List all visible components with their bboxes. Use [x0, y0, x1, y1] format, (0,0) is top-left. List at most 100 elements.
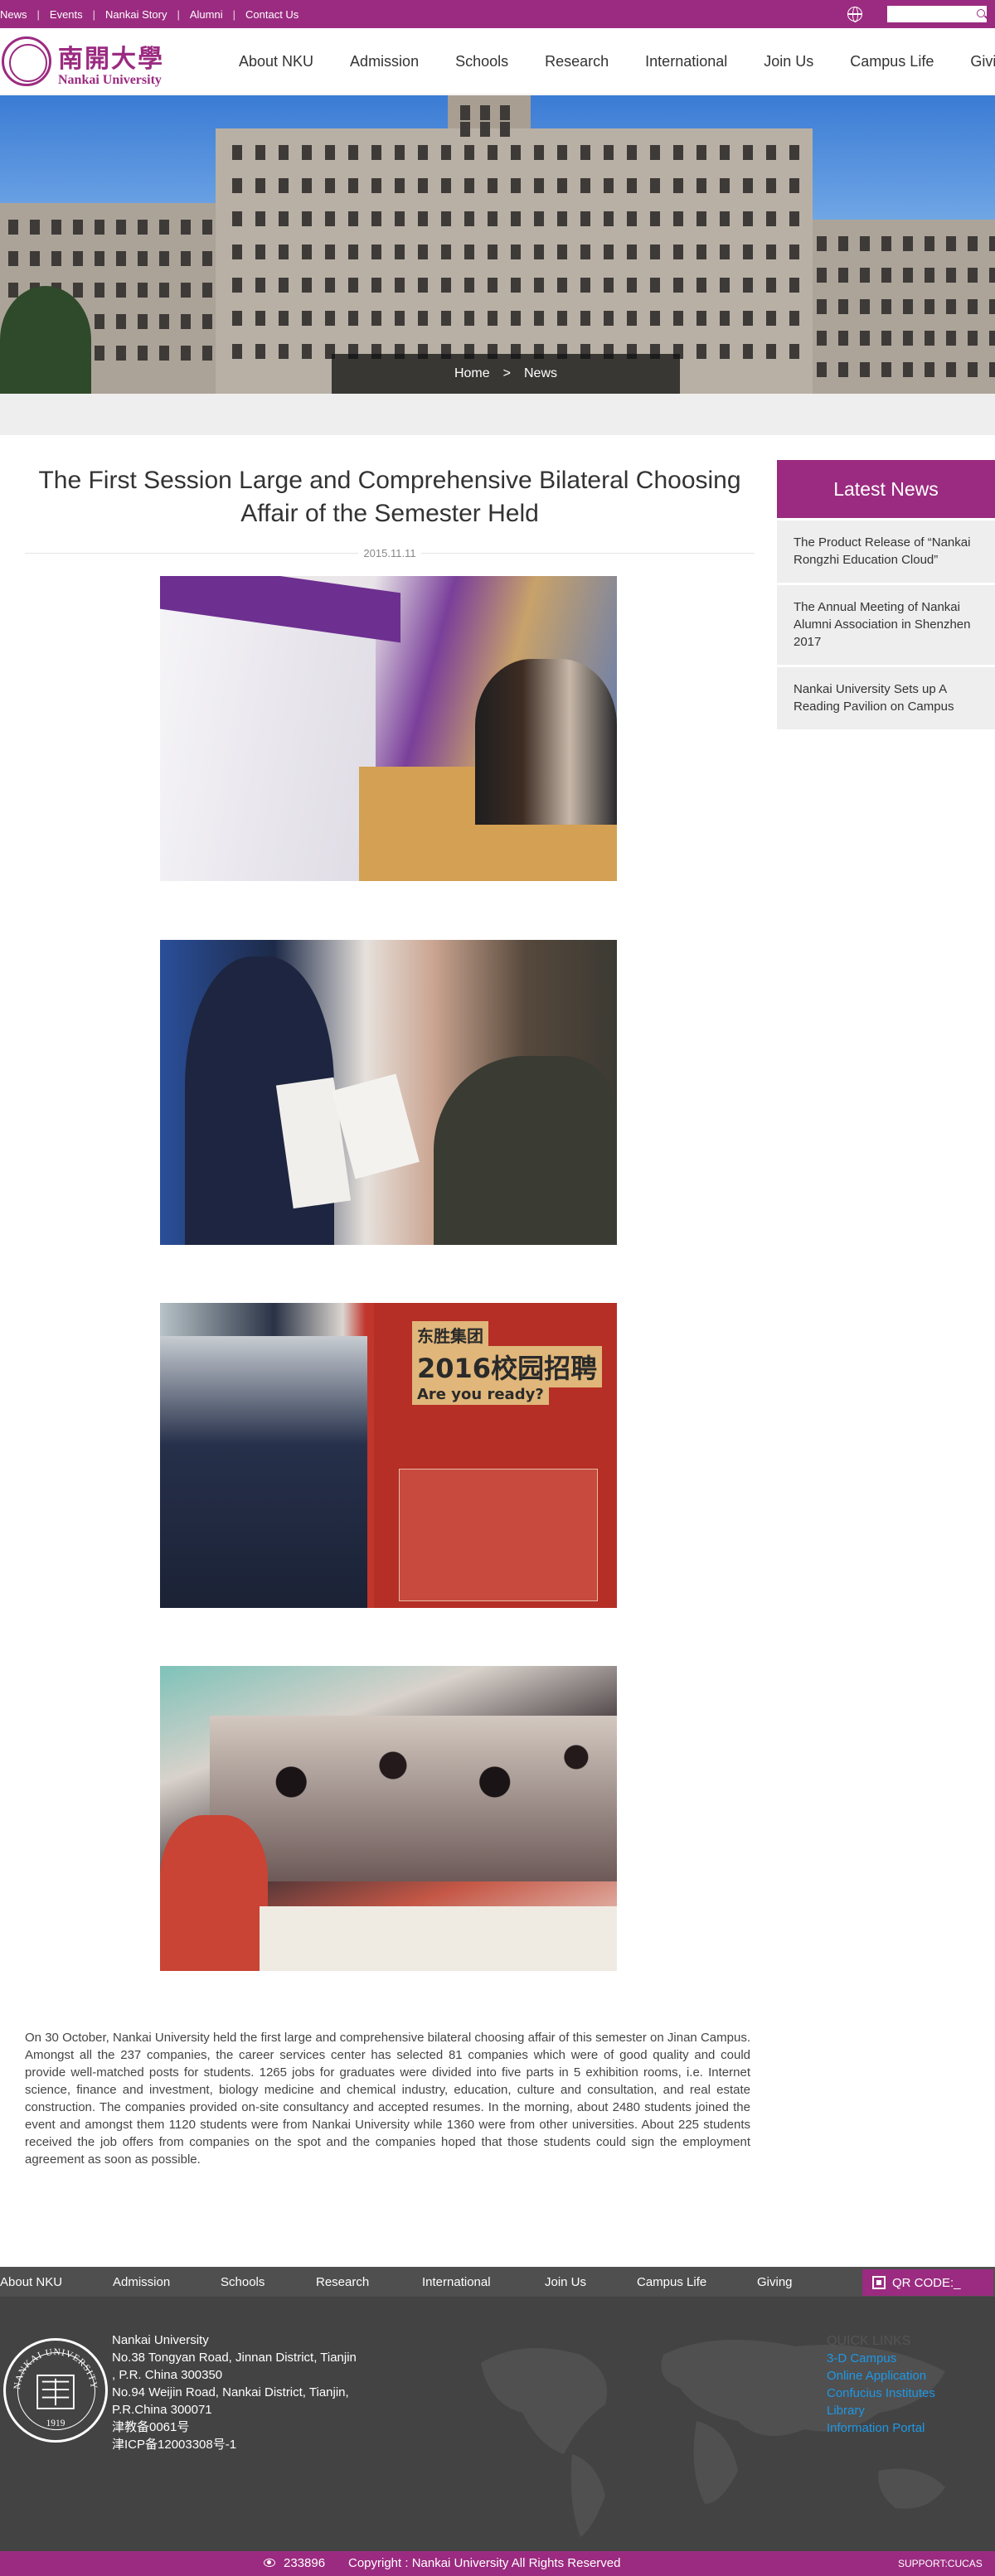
sub-banner-band [0, 394, 995, 435]
copyright-bar: 233896 Copyright : Nankai University All… [0, 2551, 995, 2576]
building-window [95, 251, 104, 266]
address-line[interactable]: 津ICP备12003308号-1 [112, 2436, 357, 2453]
quick-link[interactable]: Library [827, 2402, 935, 2419]
quick-link[interactable]: 3-D Campus [827, 2350, 935, 2367]
top-link-separator: | [177, 7, 180, 21]
globe-icon[interactable] [847, 7, 862, 22]
top-link-contact-us[interactable]: Contact Us [235, 8, 308, 21]
nav-item-admission[interactable]: Admission [350, 53, 419, 70]
building-window [30, 220, 40, 235]
nav-item-campus-life[interactable]: Campus Life [850, 53, 934, 70]
top-link-nankai-story[interactable]: Nankai Story [95, 8, 177, 21]
search-input[interactable] [887, 6, 987, 22]
building-window [557, 145, 567, 160]
building-window [116, 346, 126, 361]
article-photo-1 [160, 576, 617, 881]
building-window [557, 278, 567, 293]
building-window [925, 331, 934, 346]
qr-code-button[interactable]: QR CODE:_ [862, 2269, 993, 2296]
building-window [255, 145, 265, 160]
building-window [673, 178, 683, 193]
quick-link[interactable]: Online Application [827, 2367, 935, 2385]
building-window [838, 268, 848, 283]
building-window [789, 278, 799, 293]
building-window [743, 278, 753, 293]
building-window [720, 211, 730, 226]
nav-item-research[interactable]: Research [545, 53, 609, 70]
latest-news-item[interactable]: The Annual Meeting of Nankai Alumni Asso… [777, 585, 995, 667]
footer-nav-research[interactable]: Research [316, 2275, 369, 2289]
building-window [860, 268, 870, 283]
footer-nav-campus-life[interactable]: Campus Life [637, 2275, 706, 2289]
search-icon[interactable] [977, 9, 985, 17]
top-link-events[interactable]: Events [40, 8, 93, 21]
support-link[interactable]: SUPPORT:CUCAS [898, 2558, 983, 2569]
building-window [348, 245, 358, 259]
building-window [766, 311, 776, 326]
footer-nav-about-nku[interactable]: About NKU [0, 2275, 62, 2289]
top-link-alumni[interactable]: Alumni [180, 8, 233, 21]
photo-crowd [160, 1336, 367, 1608]
building-window [488, 278, 498, 293]
address-line[interactable]: 津教备0061号 [112, 2419, 357, 2436]
building-window [95, 346, 104, 361]
building-window [232, 311, 242, 326]
article-title: The First Session Large and Comprehensiv… [38, 467, 741, 527]
quick-link[interactable]: Confucius Institutes [827, 2385, 935, 2402]
building-window [881, 236, 891, 251]
nav-item-giving[interactable]: Giving [970, 53, 995, 70]
article-body: On 30 October, Nankai University held th… [25, 2031, 750, 2167]
building-window [968, 362, 978, 377]
quick-link[interactable]: Information Portal [827, 2419, 935, 2437]
building-window [460, 122, 470, 137]
building-window [838, 299, 848, 314]
building-window [534, 245, 544, 259]
breadcrumb-home[interactable]: Home [454, 366, 490, 381]
building-window [903, 331, 913, 346]
building-window [464, 211, 474, 226]
site-footer: NANKAI UNIVERSITY 1919 Nankai University… [0, 2297, 995, 2551]
nav-item-international[interactable]: International [645, 53, 727, 70]
university-logo-icon[interactable] [2, 36, 51, 86]
address-line: P.R.China 300071 [112, 2403, 212, 2417]
logo-english-name[interactable]: Nankai University [58, 73, 162, 88]
building-window [511, 145, 521, 160]
footer-nav-giving[interactable]: Giving [757, 2275, 793, 2289]
visit-counter: 233896 [284, 2556, 326, 2570]
building-window [766, 178, 776, 193]
building-window [73, 251, 83, 266]
building-window [464, 145, 474, 160]
building-window [903, 362, 913, 377]
university-seal-icon: NANKAI UNIVERSITY 1919 [3, 2338, 108, 2443]
building-window [766, 145, 776, 160]
footer-nav-join-us[interactable]: Join Us [545, 2275, 586, 2289]
nav-item-join-us[interactable]: Join Us [764, 53, 813, 70]
building-window [511, 245, 521, 259]
building-window [181, 314, 191, 329]
building-window [371, 245, 381, 259]
building-window [395, 245, 405, 259]
building-window [488, 178, 498, 193]
copyright-text: Copyright : Nankai University All Rights… [348, 2556, 621, 2570]
building-window [743, 145, 753, 160]
building-window [138, 314, 148, 329]
building-window [464, 245, 474, 259]
building-window [720, 344, 730, 359]
latest-news-item[interactable]: Nankai University Sets up A Reading Pavi… [777, 667, 995, 732]
footer-nav-international[interactable]: International [422, 2275, 491, 2289]
footer-nav-schools[interactable]: Schools [221, 2275, 265, 2289]
nav-item-schools[interactable]: Schools [455, 53, 508, 70]
building-window [511, 211, 521, 226]
latest-news-item[interactable]: The Product Release of “Nankai Rongzhi E… [777, 521, 995, 585]
building-window [464, 311, 474, 326]
logo-chinese-name[interactable]: 南開大學 [58, 38, 164, 75]
footer-nav-admission[interactable]: Admission [113, 2275, 170, 2289]
building-window [557, 245, 567, 259]
building-window [325, 311, 335, 326]
nav-item-about-nku[interactable]: About NKU [239, 53, 313, 70]
top-links: News | Events | Nankai Story | Alumni | Cont… [0, 8, 308, 21]
photo-red-coat [160, 1815, 268, 1971]
top-link-separator: | [36, 7, 40, 21]
top-link-news[interactable]: News [0, 8, 37, 21]
building-window [817, 299, 827, 314]
